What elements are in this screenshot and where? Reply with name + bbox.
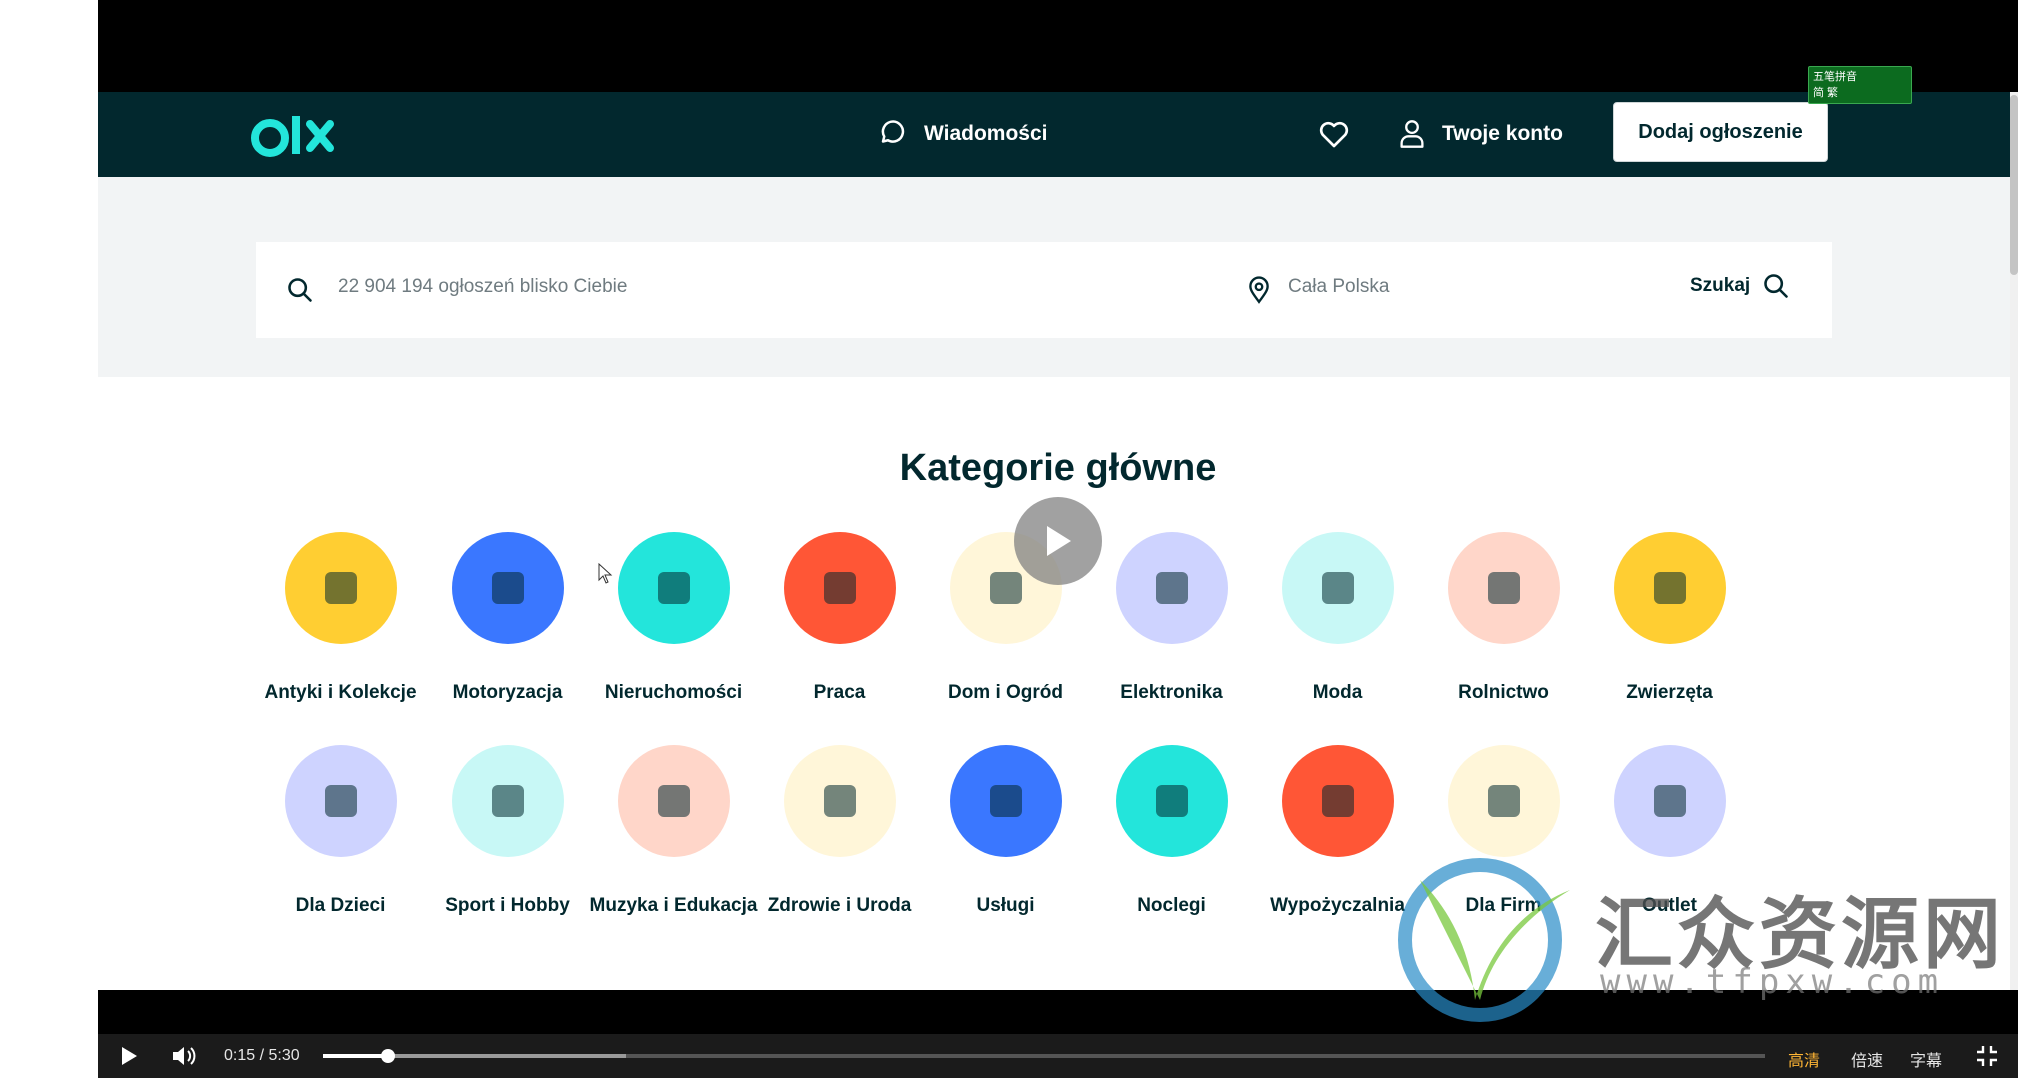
category-label: Zdrowie i Uroda — [767, 895, 912, 916]
category-item[interactable]: Praca — [752, 532, 927, 706]
category-label: Usługi — [976, 895, 1035, 916]
dog-icon — [1613, 532, 1726, 644]
olx-website: Wiadomości Twoje konto Dodaj ogłoszenie — [98, 92, 2018, 990]
search-button-label: Szukaj — [1690, 275, 1751, 296]
time-separator: / — [259, 1047, 265, 1064]
key-icon — [617, 532, 730, 644]
search-bar: 22 904 194 ogłoszeń blisko Ciebie Cała P… — [256, 242, 1832, 338]
location-pin-icon — [1249, 276, 1269, 304]
site-header: Wiadomości Twoje konto Dodaj ogłoszenie — [98, 92, 2018, 177]
category-label: Noclegi — [1137, 895, 1206, 916]
category-label: Motoryzacja — [452, 682, 563, 703]
category-item[interactable]: Moda — [1250, 532, 1425, 706]
volume-icon[interactable] — [170, 1043, 198, 1069]
play-icon[interactable] — [118, 1044, 140, 1068]
stroller-icon — [284, 745, 397, 857]
category-item[interactable]: Nieruchomości — [586, 532, 761, 706]
category-label: Zwierzęta — [1626, 682, 1713, 703]
category-label: Muzyka i Edukacja — [589, 895, 758, 916]
favorites-button[interactable] — [1318, 116, 1366, 152]
category-item[interactable]: Dla Firm — [1416, 745, 1591, 919]
account-label: Twoje konto — [1442, 122, 1563, 145]
category-item[interactable]: Dla Dzieci — [253, 745, 428, 919]
user-icon — [1400, 120, 1424, 148]
headphones-icon — [1447, 745, 1560, 857]
category-item[interactable]: Usługi — [918, 745, 1093, 919]
category-label: Dom i Ogród — [947, 682, 1064, 703]
category-label: Elektronika — [1120, 682, 1223, 703]
category-label: Nieruchomości — [604, 682, 743, 703]
category-label: Sport i Hobby — [445, 895, 570, 916]
video-player[interactable]: Wiadomości Twoje konto Dodaj ogłoszenie — [98, 0, 2018, 1078]
location-input[interactable]: Cała Polska — [1288, 276, 1389, 298]
olx-logo[interactable] — [248, 106, 368, 166]
category-item[interactable]: Motoryzacja — [420, 532, 595, 706]
duration: 5:30 — [268, 1047, 300, 1064]
scrollbar-thumb[interactable] — [2010, 95, 2018, 275]
category-label: Praca — [813, 682, 866, 703]
category-label: Rolnictwo — [1458, 682, 1549, 703]
category-item[interactable]: Elektronika — [1084, 532, 1259, 706]
category-item[interactable]: Sport i Hobby — [420, 745, 595, 919]
progress-played — [323, 1054, 388, 1058]
current-time: 0:15 — [224, 1047, 256, 1064]
messages-link[interactable]: Wiadomości — [878, 116, 1048, 152]
add-listing-button[interactable]: Dodaj ogłoszenie — [1613, 102, 1828, 162]
search-input[interactable]: 22 904 194 ogłoszeń blisko Ciebie — [338, 276, 627, 298]
ime-script-label: 简 繁 — [1813, 87, 1839, 99]
ime-toolbar[interactable]: 五笔拼音 简 繁 — [1808, 66, 1912, 104]
ime-mode-label: 五笔拼音 — [1813, 71, 1857, 83]
tractor-icon — [1447, 532, 1560, 644]
mouse-cursor-icon — [598, 563, 613, 584]
speed-button[interactable]: 倍速 — [1851, 1047, 1883, 1071]
category-item[interactable]: Outlet — [1582, 745, 1757, 919]
category-item[interactable]: Zdrowie i Uroda — [752, 745, 927, 919]
category-item[interactable]: Wypożyczalnia — [1250, 745, 1425, 919]
category-item[interactable]: Muzyka i Edukacja — [586, 745, 761, 919]
category-label: Wypożyczalnia — [1270, 895, 1405, 916]
paint-roller-icon — [949, 745, 1062, 857]
briefcase-icon — [783, 532, 896, 644]
phone-icon — [1115, 532, 1228, 644]
guitar-icon — [617, 745, 730, 857]
category-item[interactable]: Noclegi — [1084, 745, 1259, 919]
account-link[interactable]: Twoje konto — [1398, 116, 1563, 152]
category-label: Dla Dzieci — [295, 895, 386, 916]
left-margin — [0, 0, 98, 1078]
price-tag-icon — [1613, 745, 1726, 857]
category-label: Outlet — [1642, 895, 1697, 916]
bed-icon — [1115, 745, 1228, 857]
chat-bubble-icon — [881, 120, 905, 143]
calendar-icon — [1281, 745, 1394, 857]
category-label: Moda — [1312, 682, 1363, 703]
subtitles-button[interactable]: 字幕 — [1910, 1047, 1942, 1071]
car-icon — [451, 532, 564, 644]
heart-icon — [1319, 121, 1349, 148]
category-item[interactable]: Zwierzęta — [1582, 532, 1757, 706]
dress-icon — [1281, 532, 1394, 644]
messages-label: Wiadomości — [924, 122, 1048, 145]
ball-icon — [451, 745, 564, 857]
category-item[interactable]: Rolnictwo — [1416, 532, 1591, 706]
pocket-watch-icon — [284, 532, 397, 644]
video-controls: 0:15 / 5:30 高清 倍速 字幕 — [98, 1034, 2018, 1078]
search-icon — [288, 278, 312, 302]
perfume-icon — [783, 745, 896, 857]
play-icon — [1047, 526, 1071, 556]
progress-bar[interactable] — [323, 1049, 1765, 1063]
video-letterbox-top — [98, 0, 2018, 92]
search-icon — [1764, 274, 1788, 298]
time-display: 0:15 / 5:30 — [224, 1047, 300, 1065]
search-button[interactable]: Szukaj — [1690, 272, 1790, 300]
quality-button[interactable]: 高清 — [1788, 1047, 1820, 1071]
categories-heading: Kategorie główne — [899, 447, 1217, 489]
video-play-overlay-button[interactable] — [1014, 497, 1102, 585]
progress-knob[interactable] — [380, 1049, 395, 1063]
category-item[interactable]: Antyki i Kolekcje — [253, 532, 428, 706]
category-label: Dla Firm — [1465, 895, 1542, 916]
video-letterbox-bottom — [98, 990, 2018, 1034]
category-label: Antyki i Kolekcje — [264, 682, 417, 703]
exit-fullscreen-icon[interactable] — [1976, 1045, 1998, 1067]
